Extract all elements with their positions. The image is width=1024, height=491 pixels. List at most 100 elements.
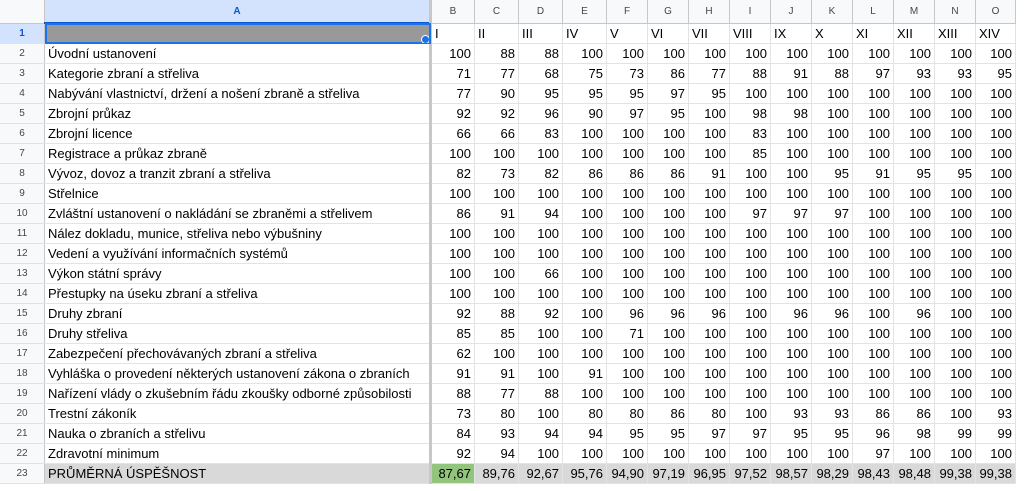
score-cell[interactable]: 100: [606, 443, 648, 464]
topic-cell[interactable]: Druhy zbraní: [44, 303, 432, 324]
score-cell[interactable]: 100: [852, 223, 894, 244]
score-cell[interactable]: 100: [729, 163, 771, 184]
column-header-e[interactable]: E: [562, 0, 607, 24]
score-cell[interactable]: 93: [474, 423, 519, 444]
score-cell[interactable]: 97: [852, 63, 894, 84]
score-cell[interactable]: 100: [934, 223, 976, 244]
score-cell[interactable]: 100: [430, 283, 475, 304]
score-cell[interactable]: 100: [934, 303, 976, 324]
column-header-g[interactable]: G: [647, 0, 689, 24]
score-cell[interactable]: 100: [647, 363, 689, 384]
score-cell[interactable]: 100: [852, 343, 894, 364]
score-cell[interactable]: 100: [934, 123, 976, 144]
score-cell[interactable]: 73: [606, 63, 648, 84]
score-cell[interactable]: 100: [688, 223, 730, 244]
score-cell[interactable]: 100: [893, 243, 935, 264]
average-score-cell[interactable]: 98,43: [852, 463, 894, 484]
score-cell[interactable]: 100: [893, 203, 935, 224]
score-cell[interactable]: 100: [893, 263, 935, 284]
topic-cell[interactable]: Druhy střeliva: [44, 323, 432, 344]
score-cell[interactable]: 100: [852, 103, 894, 124]
score-cell[interactable]: 100: [811, 323, 853, 344]
term-header-cell[interactable]: III: [518, 23, 563, 44]
score-cell[interactable]: 100: [975, 203, 1016, 224]
score-cell[interactable]: 97: [729, 203, 771, 224]
score-cell[interactable]: 95: [770, 423, 812, 444]
row-header[interactable]: 15: [0, 303, 45, 324]
topic-cell[interactable]: Úvodní ustanovení: [44, 43, 432, 64]
score-cell[interactable]: 100: [893, 83, 935, 104]
score-cell[interactable]: 98: [729, 103, 771, 124]
score-cell[interactable]: 100: [934, 403, 976, 424]
score-cell[interactable]: 96: [606, 303, 648, 324]
score-cell[interactable]: 95: [811, 163, 853, 184]
score-cell[interactable]: 100: [770, 83, 812, 104]
score-cell[interactable]: 100: [975, 43, 1016, 64]
term-header-cell[interactable]: II: [474, 23, 519, 44]
topic-cell[interactable]: Nabývání vlastnictví, držení a nošení zb…: [44, 83, 432, 104]
score-cell[interactable]: 100: [688, 283, 730, 304]
score-cell[interactable]: 100: [975, 223, 1016, 244]
score-cell[interactable]: 73: [430, 403, 475, 424]
average-score-cell[interactable]: 96,95: [688, 463, 730, 484]
score-cell[interactable]: 100: [518, 223, 563, 244]
score-cell[interactable]: 82: [430, 163, 475, 184]
score-cell[interactable]: 100: [852, 303, 894, 324]
score-cell[interactable]: 92: [430, 303, 475, 324]
score-cell[interactable]: 91: [474, 363, 519, 384]
term-header-cell[interactable]: IX: [770, 23, 812, 44]
score-cell[interactable]: 91: [430, 363, 475, 384]
score-cell[interactable]: 100: [770, 43, 812, 64]
score-cell[interactable]: 97: [729, 423, 771, 444]
topic-cell[interactable]: Registrace a průkaz zbraně: [44, 143, 432, 164]
score-cell[interactable]: 100: [729, 283, 771, 304]
score-cell[interactable]: 100: [562, 203, 607, 224]
score-cell[interactable]: 100: [688, 143, 730, 164]
score-cell[interactable]: 100: [975, 183, 1016, 204]
score-cell[interactable]: 100: [934, 443, 976, 464]
score-cell[interactable]: 96: [770, 303, 812, 324]
row-header[interactable]: 16: [0, 323, 45, 344]
score-cell[interactable]: 100: [606, 263, 648, 284]
score-cell[interactable]: 100: [770, 143, 812, 164]
score-cell[interactable]: 95: [934, 163, 976, 184]
score-cell[interactable]: 100: [606, 203, 648, 224]
average-score-cell[interactable]: 97,52: [729, 463, 771, 484]
score-cell[interactable]: 98: [770, 103, 812, 124]
score-cell[interactable]: 100: [893, 43, 935, 64]
score-cell[interactable]: 100: [606, 183, 648, 204]
score-cell[interactable]: 100: [688, 443, 730, 464]
score-cell[interactable]: 100: [647, 43, 689, 64]
score-cell[interactable]: 100: [518, 323, 563, 344]
score-cell[interactable]: 100: [852, 183, 894, 204]
column-header-b[interactable]: B: [430, 0, 475, 24]
score-cell[interactable]: 93: [893, 63, 935, 84]
score-cell[interactable]: 100: [606, 363, 648, 384]
score-cell[interactable]: 100: [975, 123, 1016, 144]
score-cell[interactable]: 100: [688, 263, 730, 284]
score-cell[interactable]: 98: [893, 423, 935, 444]
score-cell[interactable]: 100: [852, 143, 894, 164]
score-cell[interactable]: 100: [430, 263, 475, 284]
column-header-m[interactable]: M: [893, 0, 935, 24]
score-cell[interactable]: 93: [770, 403, 812, 424]
term-header-cell[interactable]: XIII: [934, 23, 976, 44]
column-header-j[interactable]: J: [770, 0, 812, 24]
score-cell[interactable]: 100: [647, 443, 689, 464]
score-cell[interactable]: 95: [893, 163, 935, 184]
score-cell[interactable]: 100: [975, 323, 1016, 344]
score-cell[interactable]: 100: [562, 283, 607, 304]
score-cell[interactable]: 100: [852, 83, 894, 104]
score-cell[interactable]: 100: [729, 43, 771, 64]
score-cell[interactable]: 96: [647, 303, 689, 324]
score-cell[interactable]: 100: [770, 443, 812, 464]
score-cell[interactable]: 100: [647, 123, 689, 144]
score-cell[interactable]: 91: [562, 363, 607, 384]
row-header[interactable]: 8: [0, 163, 45, 184]
score-cell[interactable]: 100: [934, 243, 976, 264]
score-cell[interactable]: 100: [688, 103, 730, 124]
score-cell[interactable]: 100: [975, 143, 1016, 164]
score-cell[interactable]: 100: [770, 283, 812, 304]
score-cell[interactable]: 96: [688, 303, 730, 324]
score-cell[interactable]: 100: [893, 123, 935, 144]
